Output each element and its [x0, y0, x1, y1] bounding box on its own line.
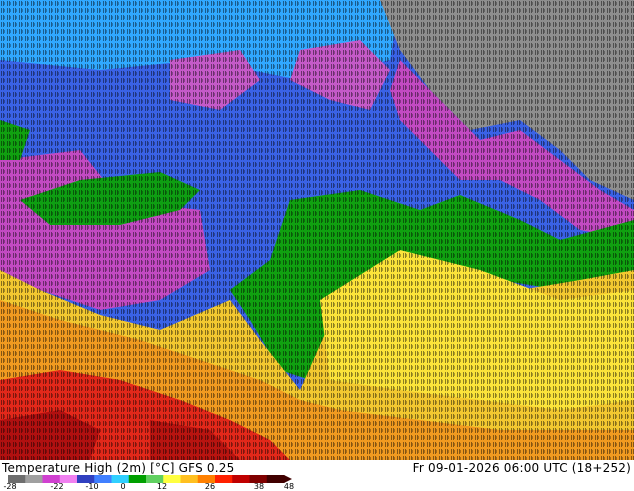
map-timestamp: Fr 09-01-2026 06:00 UTC (18+252) — [412, 461, 631, 475]
legend-swatch — [128, 475, 147, 483]
map-title: Temperature High (2m) [°C] GFS 0.25 — [2, 461, 235, 475]
legend-swatch — [25, 475, 43, 483]
legend-swatch — [215, 475, 233, 483]
legend-swatch — [180, 475, 199, 483]
value-texture — [0, 0, 634, 460]
legend-swatch — [232, 475, 250, 483]
map-footer: Temperature High (2m) [°C] GFS 0.25 Fr 0… — [0, 460, 634, 491]
legend-swatch — [266, 475, 285, 483]
temperature-map — [0, 0, 634, 460]
